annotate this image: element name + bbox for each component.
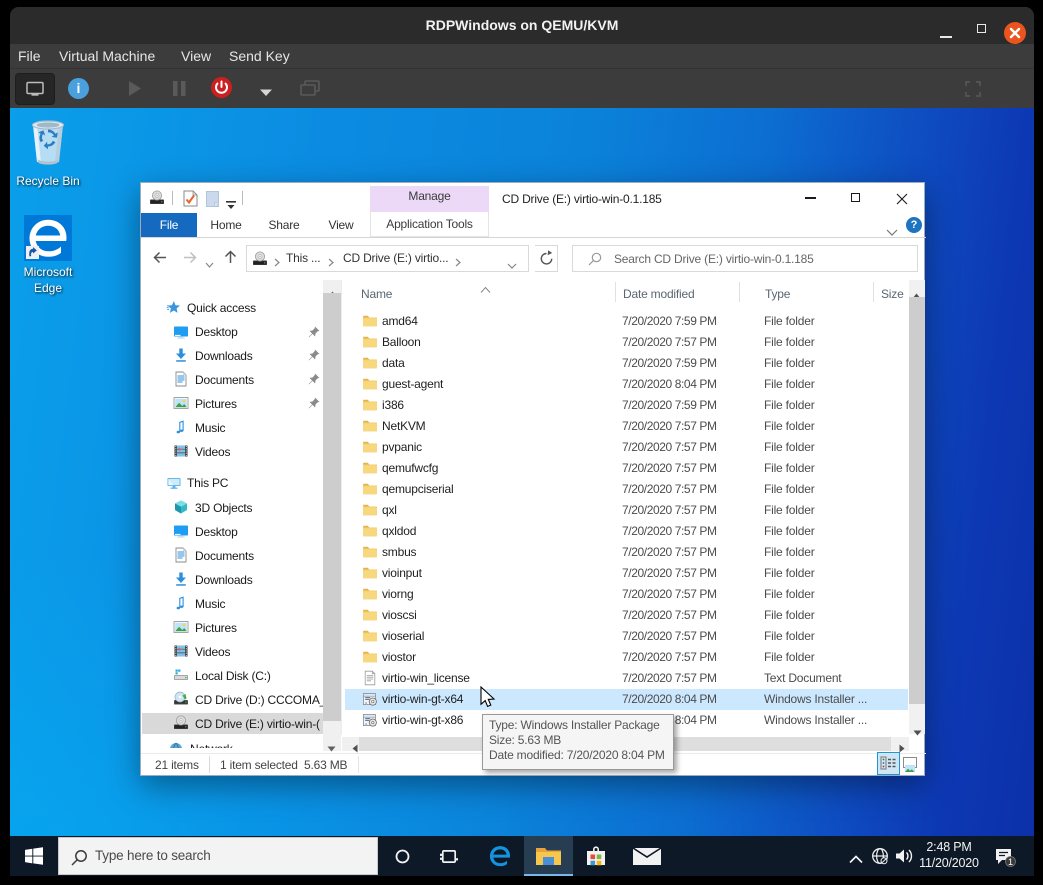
svg-text:1: 1 xyxy=(1008,857,1013,867)
